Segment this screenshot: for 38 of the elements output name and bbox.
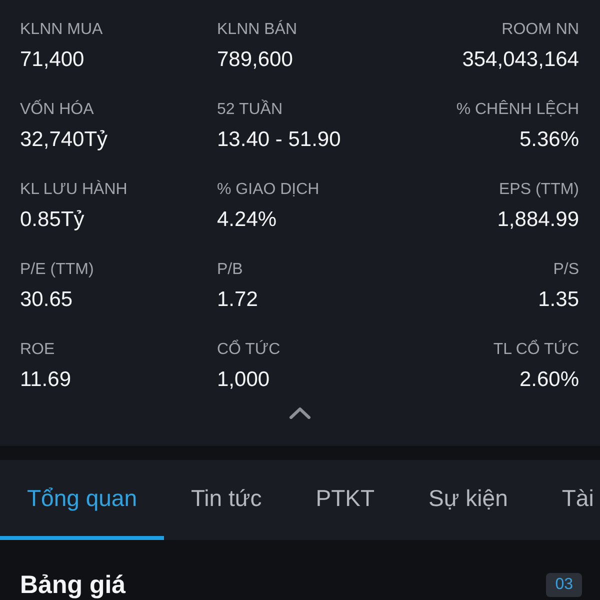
tab[interactable]: Tin tức bbox=[164, 460, 289, 540]
stat-value: 32,740Tỷ bbox=[20, 128, 108, 152]
stat-value: 1.72 bbox=[217, 288, 258, 312]
stat-label: VỐN HÓA bbox=[20, 100, 94, 120]
tab[interactable]: Tổng quan bbox=[0, 460, 164, 540]
section-title: Bảng giá bbox=[20, 571, 126, 599]
stat-value: 2.60% bbox=[519, 368, 579, 392]
stat-value: 1.35 bbox=[538, 288, 579, 312]
stat-label: EPS (TTM) bbox=[499, 180, 579, 200]
stat-label: P/B bbox=[217, 260, 243, 280]
stat-value: 5.36% bbox=[519, 128, 579, 152]
stat-value: 1,000 bbox=[217, 368, 270, 392]
stat-label: CỔ TỨC bbox=[217, 340, 280, 360]
stat-label: % GIAO DỊCH bbox=[217, 180, 320, 200]
stat-value: 11.69 bbox=[20, 368, 71, 392]
stat-label: KL LƯU HÀNH bbox=[20, 180, 128, 200]
stat-value: 0.85Tỷ bbox=[20, 208, 84, 232]
stat-value: 789,600 bbox=[217, 48, 293, 72]
tab[interactable]: PTKT bbox=[288, 460, 402, 540]
stat-value: 4.24% bbox=[217, 208, 277, 232]
stat-label: ROOM NN bbox=[502, 20, 579, 40]
stat-value: 13.40 - 51.90 bbox=[217, 128, 341, 152]
number-badge: 03 bbox=[546, 573, 582, 597]
stat-value: 1,884.99 bbox=[497, 208, 579, 232]
tab[interactable]: Tài bbox=[534, 460, 594, 540]
stat-label: ROE bbox=[20, 340, 55, 360]
stat-label: KLNN BÁN bbox=[217, 20, 298, 40]
stat-label: KLNN MUA bbox=[20, 20, 103, 40]
stat-label: P/E (TTM) bbox=[20, 260, 94, 280]
stat-value: 354,043,164 bbox=[462, 48, 579, 72]
stat-value: 30.65 bbox=[20, 288, 73, 312]
stat-label: % CHÊNH LỆCH bbox=[456, 100, 579, 120]
stat-value: 71,400 bbox=[20, 48, 84, 72]
chevron-up-icon[interactable] bbox=[288, 407, 310, 419]
tab[interactable]: Sự kiện bbox=[402, 460, 535, 540]
stat-label: P/S bbox=[553, 260, 579, 280]
stat-label: 52 TUẦN bbox=[217, 100, 283, 120]
stat-label: TL CỔ TỨC bbox=[493, 340, 579, 360]
